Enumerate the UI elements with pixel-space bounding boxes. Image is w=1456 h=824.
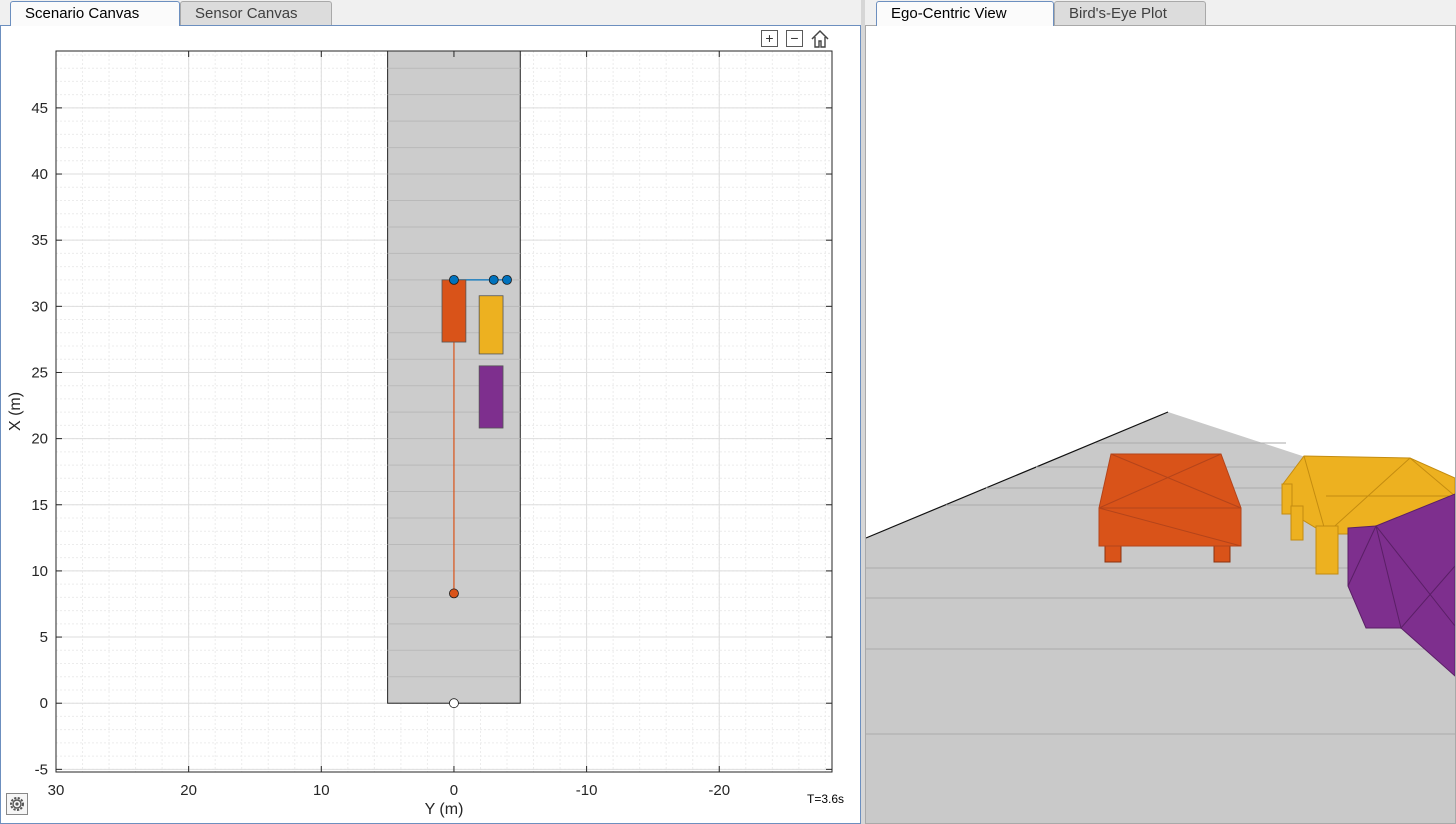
zoom-out-icon[interactable]: − (786, 30, 803, 47)
x-tick-label: 0 (450, 782, 458, 799)
waypoint-marker (449, 274, 459, 285)
scenario-canvas[interactable]: 30 20 10 0 -10 -20 -5 0 5 10 15 20 25 30 35 40 45 Y (m) X … (0, 25, 861, 824)
tab-sensor-canvas[interactable]: Sensor Canvas (180, 1, 332, 25)
tab-birds-eye-plot[interactable]: Bird's-Eye Plot (1054, 1, 1206, 25)
y-tick-label: -5 (35, 761, 48, 778)
orange-vehicle-3d (1098, 453, 1242, 563)
vehicle-ego (441, 279, 467, 343)
x-tick-label: -20 (708, 782, 730, 799)
vehicle-car-purple (478, 365, 504, 429)
y-tick-label: 0 (40, 695, 48, 712)
y-tick-label: 30 (31, 298, 48, 315)
waypoint-marker (502, 274, 512, 285)
home-icon[interactable] (810, 29, 830, 49)
start-waypoint-marker (449, 588, 459, 599)
x-tick-label: 10 (313, 782, 330, 799)
zoom-in-icon[interactable]: + (761, 30, 778, 47)
ego-centric-canvas[interactable] (865, 25, 1456, 824)
y-tick-label: 5 (40, 629, 48, 646)
x-axis-label: Y (m) (425, 801, 464, 818)
gear-icon[interactable] (6, 793, 28, 815)
left-tab-bar: Scenario Canvas Sensor Canvas (0, 0, 861, 26)
time-readout: T=3.6s (807, 792, 845, 806)
x-tick-label: 30 (48, 782, 65, 799)
x-tick-label: 20 (180, 782, 197, 799)
tab-scenario-canvas[interactable]: Scenario Canvas (10, 1, 180, 26)
y-axis-label: X (m) (7, 392, 24, 431)
scenario-pane: Scenario Canvas Sensor Canvas 30 20 10 0 -10… (0, 0, 861, 824)
y-tick-label: 10 (31, 563, 48, 580)
x-tick-label: -10 (576, 782, 598, 799)
y-tick-label: 40 (31, 166, 48, 183)
ego-centric-scene[interactable] (866, 26, 1455, 823)
y-tick-label: 35 (31, 232, 48, 249)
y-tick-label: 45 (31, 100, 48, 117)
right-tab-bar: Ego-Centric View Bird's-Eye Plot (865, 0, 1456, 26)
ego-view-pane: Ego-Centric View Bird's-Eye Plot (865, 0, 1456, 824)
y-tick-label: 20 (31, 431, 48, 448)
origin-marker (449, 698, 459, 709)
vehicle-car-yellow (478, 295, 504, 355)
y-tick-label: 15 (31, 497, 48, 514)
waypoint-marker (488, 274, 499, 285)
y-tick-label: 25 (31, 364, 48, 381)
tab-ego-centric-view[interactable]: Ego-Centric View (876, 1, 1054, 26)
scenario-plot[interactable]: 30 20 10 0 -10 -20 -5 0 5 10 15 20 25 30 35 40 45 Y (m) X … (1, 26, 860, 823)
